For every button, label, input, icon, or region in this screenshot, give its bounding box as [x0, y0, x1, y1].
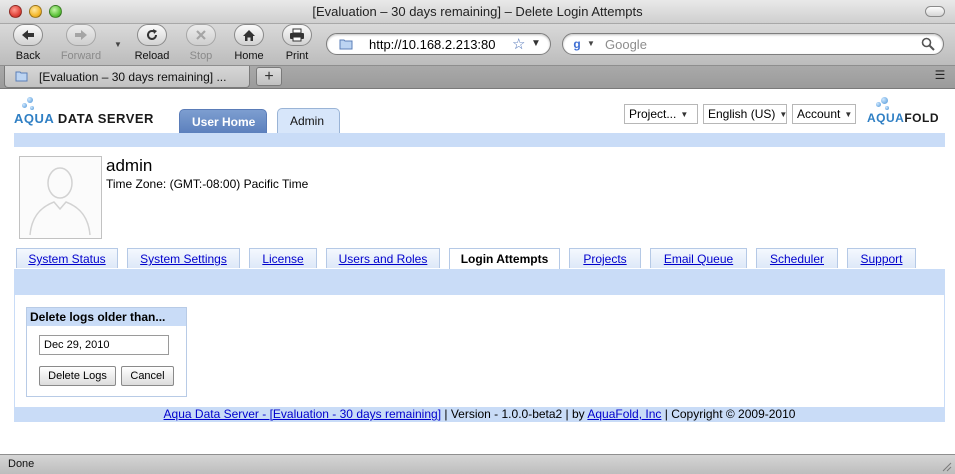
admin-tab-support[interactable]: Support — [847, 248, 916, 268]
user-name: admin — [106, 156, 153, 175]
logo-text: AQUA DATA SERVER — [14, 111, 154, 126]
url-history-dropdown-icon[interactable]: ▼ — [531, 38, 541, 49]
delete-logs-form: Delete logs older than... Delete Logs Ca… — [26, 307, 187, 397]
delete-logs-form-title: Delete logs older than... — [27, 308, 186, 326]
browser-toolbar: Back Forward ▼ Reload Stop Home Print ht… — [0, 24, 955, 66]
search-engine-dropdown-icon[interactable]: ▼ — [587, 39, 595, 48]
printer-icon — [290, 28, 304, 42]
product-link[interactable]: Aqua Data Server - [Evaluation - 30 days… — [164, 407, 441, 421]
tab-admin[interactable]: Admin — [277, 108, 340, 134]
url-text: http://10.168.2.213:80 — [369, 37, 496, 52]
stop-button[interactable]: Stop — [184, 24, 218, 62]
browser-tab[interactable]: [Evaluation – 30 days remaining] ... — [4, 66, 250, 88]
user-timezone: Time Zone: (GMT:-08:00) Pacific Time — [106, 177, 309, 191]
bookmark-star-icon[interactable]: ☆ — [512, 35, 525, 53]
header-band — [14, 133, 945, 147]
toolbar-toggle-button[interactable] — [925, 6, 945, 17]
window-titlebar: [Evaluation – 30 days remaining] – Delet… — [0, 0, 955, 24]
language-select-value: English (US) — [708, 107, 776, 121]
back-button[interactable]: Back — [12, 24, 44, 62]
home-button[interactable]: Home — [232, 24, 266, 62]
browser-tab-strip: [Evaluation – 30 days remaining] ... + ☰ — [0, 66, 955, 89]
status-bar: Done — [0, 454, 955, 474]
delete-logs-button[interactable]: Delete Logs — [39, 366, 116, 386]
admin-tab-license[interactable]: License — [249, 248, 317, 268]
google-icon[interactable]: g — [569, 37, 585, 51]
reload-icon — [147, 29, 157, 40]
web-page: AQUA DATA SERVER User Home Admin Project… — [0, 89, 955, 454]
history-dropdown-icon[interactable]: ▼ — [114, 40, 122, 49]
account-select-value: Account — [797, 107, 841, 121]
admin-tab-email-queue[interactable]: Email Queue — [650, 248, 747, 268]
project-select-value: Project... — [629, 107, 677, 121]
admin-tab-band — [14, 269, 945, 295]
reload-label: Reload — [134, 50, 170, 62]
admin-tab-scheduler[interactable]: Scheduler — [756, 248, 838, 268]
aquafold-logo[interactable]: AQUAFOLD — [864, 97, 946, 133]
browser-tab-title: [Evaluation – 30 days remaining] ... — [39, 70, 227, 84]
resize-grip-icon[interactable] — [940, 460, 952, 472]
user-silhouette-icon — [29, 167, 91, 236]
admin-tab-users-and-roles[interactable]: Users and Roles — [326, 248, 440, 268]
project-select[interactable]: Project... ▼ — [624, 104, 698, 124]
forward-button[interactable]: Forward — [60, 24, 102, 62]
date-field[interactable] — [39, 335, 169, 355]
print-label: Print — [285, 50, 309, 62]
back-arrow-icon — [22, 30, 34, 40]
copyright-text: | Copyright © 2009-2010 — [661, 407, 796, 421]
reload-button[interactable]: Reload — [134, 24, 170, 62]
chevron-down-icon: ▼ — [680, 110, 689, 119]
stop-label: Stop — [189, 50, 213, 62]
avatar — [19, 156, 102, 239]
admin-tab-projects[interactable]: Projects — [569, 248, 641, 268]
account-select[interactable]: Account ▼ — [792, 104, 856, 124]
aqua-data-server-logo[interactable]: AQUA DATA SERVER — [14, 97, 164, 133]
home-label: Home — [234, 50, 264, 62]
version-text: | Version - 1.0.0-beta2 | by — [441, 407, 588, 421]
admin-tab-system-settings[interactable]: System Settings — [127, 248, 240, 268]
language-select[interactable]: English (US) ▼ — [703, 104, 787, 124]
new-tab-button[interactable]: + — [256, 67, 282, 86]
home-icon — [243, 29, 255, 41]
back-label: Back — [15, 50, 41, 62]
cancel-button[interactable]: Cancel — [121, 366, 174, 386]
chevron-down-icon: ▼ — [844, 110, 853, 119]
page-icon — [339, 39, 353, 50]
chevron-down-icon: ▼ — [779, 110, 788, 119]
search-icon[interactable] — [921, 37, 935, 51]
page-footer: Aqua Data Server - [Evaluation - 30 days… — [14, 407, 945, 422]
search-bar[interactable]: g ▼ Google — [562, 33, 944, 55]
window-title: [Evaluation – 30 days remaining] – Delet… — [312, 4, 643, 19]
address-bar[interactable]: http://10.168.2.213:80 ☆ ▼ — [326, 33, 551, 55]
search-placeholder: Google — [605, 37, 647, 52]
tab-list-icon[interactable]: ☰ — [929, 68, 951, 86]
logo-text: AQUAFOLD — [867, 111, 940, 125]
forward-arrow-icon — [75, 30, 87, 40]
forward-label: Forward — [60, 50, 102, 62]
status-text: Done — [8, 458, 35, 470]
page-icon — [15, 71, 28, 82]
tab-user-home[interactable]: User Home — [179, 109, 267, 133]
company-link[interactable]: AquaFold, Inc — [587, 407, 661, 421]
print-button[interactable]: Print — [282, 24, 312, 62]
admin-tab-login-attempts[interactable]: Login Attempts — [449, 248, 560, 269]
stop-icon — [196, 30, 206, 40]
admin-tab-system-status[interactable]: System Status — [16, 248, 118, 268]
